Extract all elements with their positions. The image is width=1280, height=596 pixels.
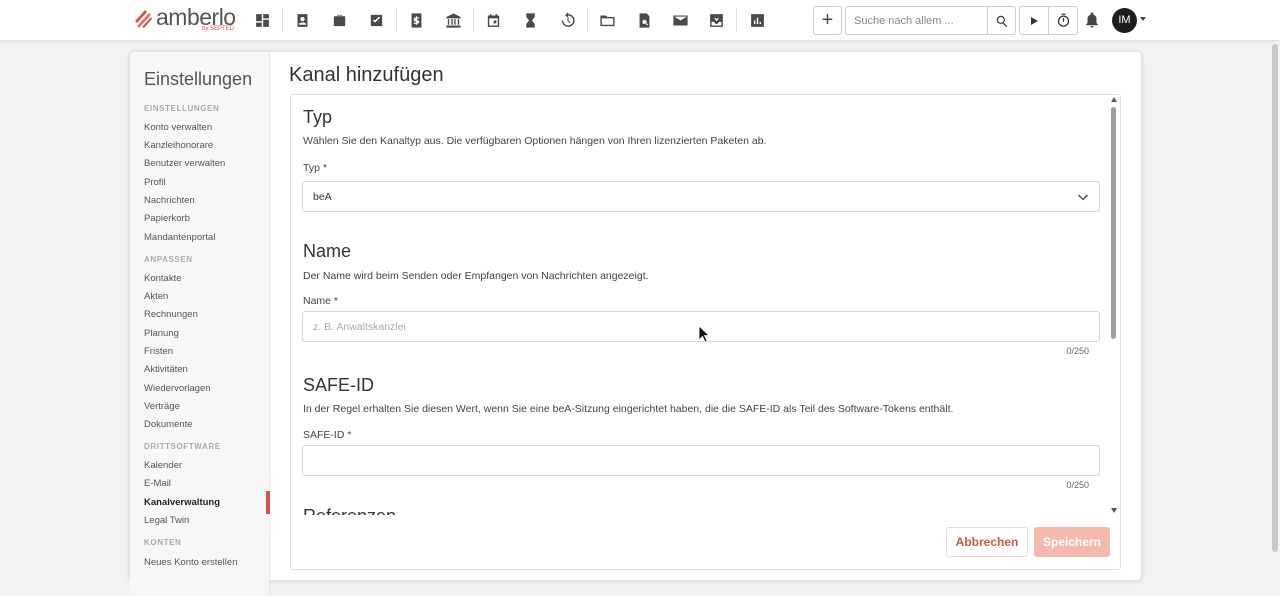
avatar-caret-icon[interactable] [1140, 17, 1146, 21]
settings-card: Einstellungen EINSTELLUNGEN Konto verwal… [129, 51, 1142, 596]
sidebar-item-rechnungen[interactable]: Rechnungen [144, 309, 198, 320]
save-button[interactable]: Speichern [1034, 527, 1110, 557]
inbox-icon[interactable] [705, 9, 727, 31]
section-heading-safe-id: SAFE-ID [303, 375, 375, 395]
user-avatar[interactable]: IM [1112, 8, 1137, 33]
bell-icon[interactable] [1083, 11, 1101, 29]
scroll-thumb[interactable] [1111, 107, 1116, 339]
stopwatch-icon [1057, 13, 1069, 27]
hourglass-icon[interactable] [519, 9, 541, 31]
safe-id-field [302, 445, 1100, 476]
briefcase-icon[interactable] [328, 9, 350, 31]
page-title: Kanal hinzufügen [289, 64, 444, 86]
section-description-name: Der Name wird beim Senden oder Empfangen… [303, 270, 649, 282]
sidebar-item-email[interactable]: E-Mail [144, 478, 171, 489]
scroll-down-icon[interactable] [1111, 508, 1117, 513]
contacts-icon[interactable] [291, 9, 313, 31]
form-scroll-area: Typ Wählen Sie den Kanaltyp aus. Die ver… [291, 95, 1111, 515]
global-search [845, 6, 1016, 35]
search-button[interactable] [987, 7, 1015, 34]
invoice-icon[interactable] [405, 9, 427, 31]
sidebar-item-kanalverwaltung[interactable]: Kanalverwaltung [144, 497, 220, 508]
sidebar-item-dokumente[interactable]: Dokumente [144, 419, 193, 430]
sidebar-heading-einstellungen: EINSTELLUNGEN [144, 104, 220, 113]
type-select[interactable]: beA [302, 181, 1100, 212]
sidebar-title: Einstellungen [144, 69, 253, 89]
amberlo-logo[interactable]: amberlo by SEPTED [133, 4, 236, 36]
sidebar-item-papierkorb[interactable]: Papierkorb [144, 213, 190, 224]
timer-controls [1019, 6, 1078, 35]
section-heading-referenzen: Referenzen [303, 507, 396, 515]
add-button[interactable]: + [813, 6, 842, 35]
page-scrollbar[interactable] [1272, 44, 1278, 552]
sidebar-item-kalender[interactable]: Kalender [144, 460, 182, 471]
history-icon[interactable] [556, 9, 578, 31]
section-heading-typ: Typ [303, 107, 333, 127]
document-search-icon[interactable] [633, 9, 655, 31]
section-description-safe-id: In der Regel erhalten Sie diesen Wert, w… [303, 403, 954, 415]
sidebar-item-benutzer-verwalten[interactable]: Benutzer verwalten [144, 158, 225, 169]
cancel-button[interactable]: Abbrechen [946, 527, 1028, 557]
stopwatch-button[interactable] [1048, 7, 1077, 34]
type-field-label: Typ * [303, 162, 327, 174]
sidebar-item-neues-konto-erstellen[interactable]: Neues Konto erstellen [144, 557, 237, 568]
play-icon [1031, 16, 1039, 25]
sidebar-item-nachrichten[interactable]: Nachrichten [144, 195, 195, 206]
sidebar-item-wiedervorlagen[interactable]: Wiedervorlagen [144, 383, 211, 394]
mail-icon[interactable] [669, 9, 691, 31]
logo-mark-icon [135, 10, 152, 28]
sidebar-item-profil[interactable]: Profil [144, 177, 166, 188]
nav-divider [587, 8, 588, 32]
dashboard-icon[interactable] [251, 9, 273, 31]
brand-byline: by SEPTED [202, 26, 235, 32]
sidebar-item-mandantenportal[interactable]: Mandantenportal [144, 232, 215, 243]
sidebar-item-fristen[interactable]: Fristen [144, 346, 173, 357]
sidebar-item-akten[interactable]: Akten [144, 291, 168, 302]
nav-divider [396, 8, 397, 32]
type-select-value: beA [313, 191, 332, 203]
sidebar-heading-anpassen: ANPASSEN [144, 255, 193, 264]
name-char-counter: 0/250 [1066, 346, 1089, 356]
safe-id-field-label: SAFE-ID * [303, 429, 352, 441]
sidebar-item-aktivitaeten[interactable]: Aktivitäten [144, 364, 188, 375]
reports-icon[interactable] [746, 9, 768, 31]
mouse-cursor-icon [698, 325, 710, 343]
sidebar-item-planung[interactable]: Planung [144, 328, 179, 339]
scroll-up-icon[interactable] [1111, 97, 1117, 102]
chevron-down-icon [1078, 194, 1088, 201]
nav-divider [473, 8, 474, 32]
bank-icon[interactable] [442, 9, 464, 31]
safe-id-char-counter: 0/250 [1066, 480, 1089, 490]
search-icon [996, 15, 1007, 27]
sidebar-item-kontakte[interactable]: Kontakte [144, 273, 182, 284]
nav-divider [282, 8, 283, 32]
section-description-typ: Wählen Sie den Kanaltyp aus. Die verfügb… [303, 135, 767, 147]
sidebar-heading-drittsoftware: DRITTSOFTWARE [144, 442, 221, 451]
calendar-icon[interactable] [482, 9, 504, 31]
sidebar-item-kanzleihonorare[interactable]: Kanzleihonorare [144, 140, 213, 151]
top-bar: amberlo by SEPTED + IM [0, 0, 1280, 41]
sidebar-item-konto-verwalten[interactable]: Konto verwalten [144, 122, 212, 133]
tasks-icon[interactable] [365, 9, 387, 31]
section-heading-name: Name [303, 241, 352, 261]
search-input[interactable] [846, 7, 987, 34]
sidebar-item-vertraege[interactable]: Verträge [144, 401, 180, 412]
sidebar-item-legal-twin[interactable]: Legal Twin [144, 515, 189, 526]
play-button[interactable] [1020, 7, 1048, 34]
safe-id-input[interactable] [303, 446, 1099, 475]
name-field-label: Name * [303, 295, 339, 307]
sidebar-heading-konten: KONTEN [144, 538, 182, 547]
nav-divider [736, 8, 737, 32]
form-scrollbar[interactable] [1110, 97, 1118, 513]
settings-sidebar: Einstellungen EINSTELLUNGEN Konto verwal… [130, 52, 270, 596]
active-indicator [266, 491, 270, 514]
folder-icon[interactable] [596, 9, 618, 31]
